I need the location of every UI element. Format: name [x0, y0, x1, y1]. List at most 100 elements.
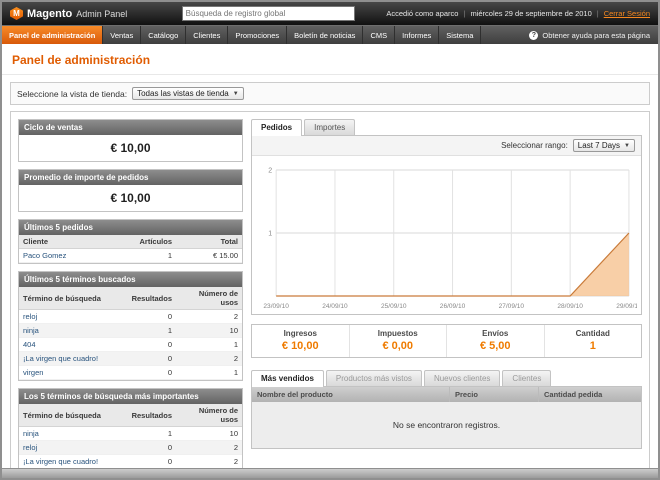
main-nav: Panel de administraciónVentasCatálogoCli…	[2, 25, 658, 44]
column-header: Total	[176, 235, 242, 249]
table-cell: virgen	[19, 366, 124, 380]
stat-envios: Envíos € 5,00	[446, 325, 544, 357]
table-cell: ninja	[19, 324, 124, 338]
last-orders-title: Últimos 5 pedidos	[19, 220, 242, 235]
stat-label: Cantidad	[545, 329, 642, 338]
average-orders-value: € 10,00	[19, 185, 242, 211]
top-search-terms-box: Los 5 términos de búsqueda más important…	[18, 388, 243, 480]
table-row[interactable]: Paco Gomez1€ 15.00	[19, 249, 242, 263]
orders-chart: 1223/09/1024/09/1025/09/1026/09/1027/09/…	[252, 156, 641, 314]
products-panel: Nombre del productoPrecioCantidad pedida…	[251, 386, 642, 449]
nav-item-promociones[interactable]: Promociones	[228, 26, 287, 44]
table-cell: 404	[19, 338, 124, 352]
help-link[interactable]: ? Obtener ayuda para esta página	[521, 26, 658, 44]
header-bar: M Magento Admin Panel Accedió como aparc…	[2, 2, 658, 25]
column-header: Cliente	[19, 235, 124, 249]
range-bar: Seleccionar rango: Last 7 Days ▼	[252, 136, 641, 156]
table-row[interactable]: virgen01	[19, 366, 242, 380]
products-table: Nombre del productoPrecioCantidad pedida	[252, 387, 641, 402]
column-header: Resultados	[124, 404, 176, 427]
table-cell: € 15.00	[176, 249, 242, 263]
tab-pedidos[interactable]: Pedidos	[251, 119, 302, 136]
nav-item-ventas[interactable]: Ventas	[103, 26, 141, 44]
global-search	[158, 6, 378, 21]
bottom-strip	[2, 468, 658, 478]
logged-in-as: Accedió como aparco	[386, 9, 458, 18]
logo-text: Magento	[27, 8, 72, 20]
table-row[interactable]: ¡La virgen que cuadro!02	[19, 352, 242, 366]
column-header: Nombre del producto	[252, 387, 450, 402]
store-view-value: Todas las vistas de tienda	[137, 89, 229, 98]
table-row[interactable]: ninja110	[19, 427, 242, 441]
table-cell: 0	[124, 310, 176, 324]
nav-item-boletin-de-noticias[interactable]: Boletín de noticias	[287, 26, 363, 44]
page-title: Panel de administración	[2, 44, 658, 75]
table-cell: 0	[124, 441, 176, 455]
stat-label: Impuestos	[350, 329, 447, 338]
lifetime-sales-value: € 10,00	[19, 135, 242, 161]
tab-importes[interactable]: Importes	[304, 119, 355, 135]
stat-impuestos: Impuestos € 0,00	[349, 325, 447, 357]
table-row[interactable]: reloj02	[19, 441, 242, 455]
dashboard-tabs: PedidosImportes	[251, 119, 642, 135]
svg-text:29/09/10: 29/09/10	[616, 303, 637, 310]
help-label: Obtener ayuda para esta página	[542, 31, 650, 40]
nav-item-catalogo[interactable]: Catálogo	[141, 26, 186, 44]
table-cell: 2	[176, 352, 242, 366]
column-header: Número de usos	[176, 287, 242, 310]
table-row[interactable]: reloj02	[19, 310, 242, 324]
table-row[interactable]: ninja110	[19, 324, 242, 338]
nav-item-informes[interactable]: Informes	[395, 26, 439, 44]
svg-text:27/09/10: 27/09/10	[499, 303, 525, 310]
svg-text:23/09/10: 23/09/10	[263, 303, 289, 310]
tab-productos-mas-vistos[interactable]: Productos más vistos	[326, 370, 422, 386]
svg-text:24/09/10: 24/09/10	[322, 303, 348, 310]
stat-value: € 0,00	[350, 340, 447, 352]
table-cell: 1	[176, 366, 242, 380]
column-header: Número de usos	[176, 404, 242, 427]
svg-text:2: 2	[268, 168, 272, 175]
nav-item-panel-de-administracion[interactable]: Panel de administración	[2, 26, 103, 44]
column-header: Término de búsqueda	[19, 287, 124, 310]
table-cell: 0	[124, 366, 176, 380]
table-cell: reloj	[19, 441, 124, 455]
table-cell: 0	[124, 455, 176, 469]
table-cell: 10	[176, 324, 242, 338]
table-cell: 2	[176, 441, 242, 455]
store-view-label: Seleccione la vista de tienda:	[17, 89, 127, 99]
last-orders-table: ClienteArtículosTotalPaco Gomez1€ 15.00	[19, 235, 242, 263]
table-row[interactable]: ¡La virgen que cuadro!02	[19, 455, 242, 469]
stat-label: Ingresos	[252, 329, 349, 338]
table-cell: 1	[124, 427, 176, 441]
column-header: Término de búsqueda	[19, 404, 124, 427]
grid-tabs: Más vendidosProductos más vistosNuevos c…	[251, 370, 642, 386]
lifetime-sales-title: Ciclo de ventas	[19, 120, 242, 135]
column-header: Resultados	[124, 287, 176, 310]
table-cell: 2	[176, 310, 242, 324]
chart-panel: Seleccionar rango: Last 7 Days ▼ 1223/09…	[251, 135, 642, 315]
range-value: Last 7 Days	[578, 141, 620, 150]
stat-label: Envíos	[447, 329, 544, 338]
nav-item-clientes[interactable]: Clientes	[186, 26, 228, 44]
nav-item-cms[interactable]: CMS	[363, 26, 395, 44]
stat-value: € 5,00	[447, 340, 544, 352]
dashboard-body: Ciclo de ventas € 10,00 Promedio de impo…	[10, 111, 650, 480]
store-view-select[interactable]: Todas las vistas de tienda ▼	[132, 87, 244, 100]
nav-item-sistema[interactable]: Sistema	[439, 26, 481, 44]
table-row[interactable]: 40401	[19, 338, 242, 352]
global-search-input[interactable]	[182, 6, 355, 21]
average-orders-box: Promedio de importe de pedidos € 10,00	[18, 169, 243, 212]
table-cell: ninja	[19, 427, 124, 441]
tab-nuevos-clientes[interactable]: Nuevos clientes	[424, 370, 500, 386]
logo-subtitle: Admin Panel	[76, 9, 127, 19]
table-cell: 0	[124, 352, 176, 366]
header-user-info: Accedió como aparco | miércoles 29 de se…	[386, 9, 650, 18]
tab-mas-vendidos[interactable]: Más vendidos	[251, 370, 324, 387]
table-cell: ¡La virgen que cuadro!	[19, 455, 124, 469]
last-orders-box: Últimos 5 pedidos ClienteArtículosTotalP…	[18, 219, 243, 264]
stat-ingresos: Ingresos€ 10,00	[252, 325, 349, 357]
tab-clientes[interactable]: Clientes	[502, 370, 551, 386]
logout-link[interactable]: Cerrar Sesión	[604, 9, 650, 18]
range-select[interactable]: Last 7 Days ▼	[573, 139, 635, 152]
magento-logo: M Magento Admin Panel	[10, 7, 150, 20]
